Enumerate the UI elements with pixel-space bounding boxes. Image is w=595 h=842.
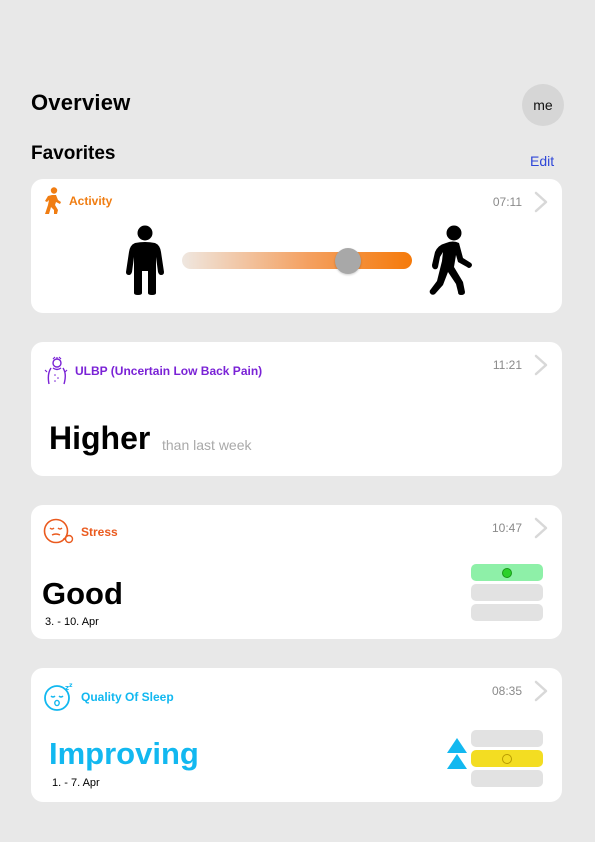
level-bar [471, 730, 543, 747]
stress-card-header: Stress [43, 518, 118, 546]
ulbp-time: 11:21 [492, 358, 522, 372]
favorites-title: Favorites [31, 143, 116, 164]
stress-face-icon [43, 518, 75, 546]
level-bar [471, 750, 543, 767]
stress-card[interactable]: Stress 10:47 Good 3. - 10. Apr [31, 505, 562, 639]
ulbp-label: ULBP (Uncertain Low Back Pain) [75, 364, 263, 378]
chevron-right-icon [534, 354, 548, 376]
page-title: Overview [31, 90, 131, 115]
sleep-label: Quality Of Sleep [81, 690, 174, 704]
edit-button[interactable]: Edit [530, 153, 554, 169]
ulbp-comparison: than last week [162, 437, 252, 453]
sleep-time: 08:35 [491, 684, 522, 698]
level-bar [471, 770, 543, 787]
walking-person-large-icon [427, 225, 473, 300]
sleep-value: Improving [49, 736, 199, 771]
activity-card-header: Activity [43, 187, 112, 215]
standing-person-icon [123, 225, 167, 300]
sleep-level-indicator [471, 730, 543, 790]
level-bar [471, 584, 543, 601]
avatar[interactable]: me [522, 84, 564, 126]
level-bar [471, 564, 543, 581]
level-bar [471, 604, 543, 621]
stress-date-range: 3. - 10. Apr [45, 616, 99, 628]
activity-level-slider[interactable] [182, 248, 412, 274]
sleep-card[interactable]: z z Quality Of Sleep 08:35 Improving 1. … [31, 668, 562, 802]
ulbp-card-header: ULBP (Uncertain Low Back Pain) [43, 356, 262, 386]
activity-label: Activity [69, 194, 113, 208]
sleeping-face-icon: z z [43, 682, 75, 712]
chevron-right-icon [534, 191, 548, 213]
back-pain-icon [43, 356, 69, 386]
ulbp-value: Higher [49, 420, 151, 456]
stress-time: 10:47 [491, 521, 522, 535]
stress-level-indicator [471, 564, 543, 624]
ulbp-card[interactable]: ULBP (Uncertain Low Back Pain) 11:21 Hig… [31, 342, 562, 476]
sleep-card-header: z z Quality Of Sleep [43, 682, 174, 712]
stress-value: Good [42, 576, 123, 611]
trend-up-icon [446, 738, 468, 775]
sleep-date-range: 1. - 7. Apr [52, 777, 100, 789]
svg-text:z: z [69, 682, 73, 689]
walking-person-icon [43, 187, 63, 215]
slider-thumb[interactable] [334, 248, 361, 274]
activity-card[interactable]: Activity 07:11 [31, 179, 562, 313]
stress-label: Stress [81, 525, 118, 539]
chevron-right-icon [534, 517, 548, 539]
chevron-right-icon [534, 680, 548, 702]
activity-time: 07:11 [492, 195, 522, 209]
